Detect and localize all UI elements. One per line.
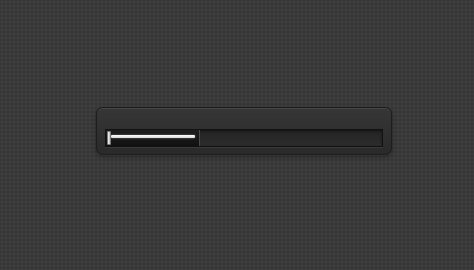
slider-handle-icon[interactable] xyxy=(107,131,111,145)
progress-fill xyxy=(106,130,200,146)
progress-track[interactable] xyxy=(105,129,383,147)
progress-panel xyxy=(96,107,392,155)
progress-fill-line xyxy=(111,135,195,138)
